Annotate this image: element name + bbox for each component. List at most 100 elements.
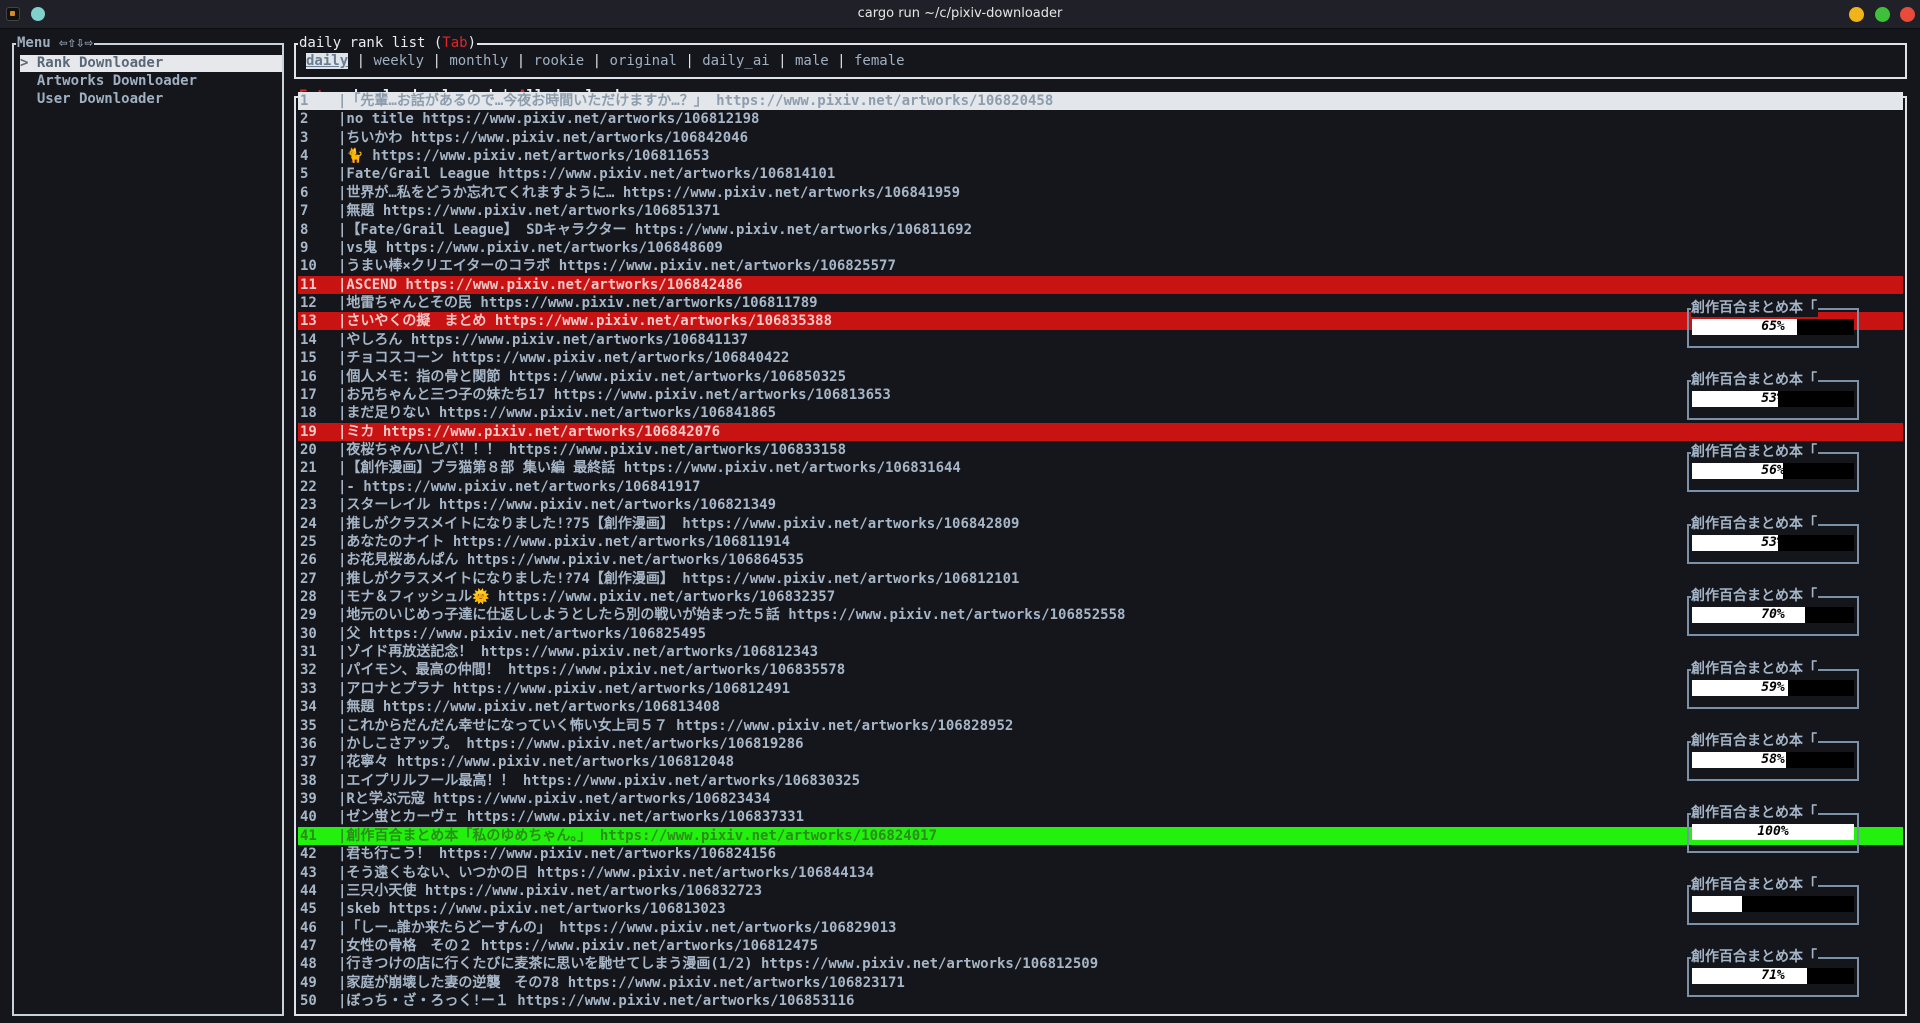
artwork-row[interactable]: 15 |チョコスコーン https://www.pixiv.net/artwork… <box>298 349 1903 367</box>
tab-rookie[interactable]: rookie <box>534 53 585 69</box>
tab-daily-ai[interactable]: daily_ai <box>702 53 769 69</box>
artwork-row[interactable]: 12 |地雷ちゃんとその民 https://www.pixiv.net/artwo… <box>298 294 1903 312</box>
rank-number: 32 <box>300 662 317 679</box>
gauge-title: 創作百合まとめ本「 <box>1691 804 1818 822</box>
artwork-row[interactable]: 42 |君も行こう！ https://www.pixiv.net/artworks… <box>298 845 1903 863</box>
menu-item-artworks-downloader[interactable]: Artworks Downloader <box>20 73 282 90</box>
artwork-row[interactable]: 9 |vs鬼 https://www.pixiv.net/artworks/106… <box>298 239 1903 257</box>
tab-female[interactable]: female <box>854 53 905 69</box>
download-gauge: 創作百合まとめ本「 53% <box>1687 372 1859 421</box>
gauge-title: 創作百合まとめ本「 <box>1691 444 1818 462</box>
artwork-row[interactable]: 14 |やしろん https://www.pixiv.net/artworks/1… <box>298 331 1903 349</box>
download-gauge: 創作百合まとめ本「 70% <box>1687 588 1859 637</box>
artwork-row[interactable]: 50 |ぼっち・ざ・ろっく!ー１ https://www.pixiv.net/ar… <box>298 992 1903 1010</box>
artwork-title-url: |あなたのナイト https://www.pixiv.net/artworks/… <box>338 533 791 550</box>
artwork-title-url: |モナ＆フィッシュル🌞 https://www.pixiv.net/artwor… <box>338 588 836 605</box>
artwork-row[interactable]: 16 |個人メモ：指の骨と関節 https://www.pixiv.net/art… <box>298 368 1903 386</box>
artwork-row[interactable]: 6 |世界が…私をどうか忘れてくれますように… https://www.pixiv… <box>298 184 1903 202</box>
tab-original[interactable]: original <box>610 53 677 69</box>
gauge-percent: 70% <box>1761 607 1785 623</box>
artwork-row[interactable]: 2 |no title https://www.pixiv.net/artwork… <box>298 110 1903 128</box>
artwork-list-panel: Enter download selected | All download 1… <box>294 87 1907 1016</box>
artwork-row[interactable]: 44 |三只小天使 https://www.pixiv.net/artworks/… <box>298 882 1903 900</box>
artwork-row[interactable]: 25 |あなたのナイト https://www.pixiv.net/artwork… <box>298 533 1903 551</box>
gauge-track: 53% <box>1692 535 1854 552</box>
rank-number: 31 <box>300 644 317 661</box>
gauge-percent: 58% <box>1761 751 1785 767</box>
tab-daily[interactable]: daily <box>306 53 349 69</box>
artwork-row[interactable]: 8 |【Fate/Grail League】 SDキャラクター https://w… <box>298 221 1903 239</box>
artwork-row[interactable]: 49 |家庭が崩壊した妻の逆襲 その78 https://www.pixiv.ne… <box>298 974 1903 992</box>
rank-number: 38 <box>300 772 317 789</box>
artwork-title-url: |【Fate/Grail League】 SDキャラクター https://ww… <box>338 221 973 238</box>
tab-separator: | <box>424 53 450 69</box>
artwork-row[interactable]: 3 |ちいかわ https://www.pixiv.net/artworks/10… <box>298 129 1903 147</box>
rank-number: 17 <box>300 386 317 403</box>
artwork-row[interactable]: 13 |さいやくの擬 まとめ https://www.pixiv.net/artw… <box>298 312 1903 331</box>
artwork-row[interactable]: 33 |アロナとプラナ https://www.pixiv.net/artwork… <box>298 680 1903 698</box>
artwork-row[interactable]: 30 |父 https://www.pixiv.net/artworks/1068… <box>298 625 1903 643</box>
artwork-row[interactable]: 29 |地元のいじめっ子達に仕返ししようとしたら別の戦いが始まった５話 https… <box>298 606 1903 624</box>
tab-separator: | <box>676 53 703 69</box>
menu-item-rank-downloader[interactable]: > Rank Downloader <box>20 55 282 72</box>
artwork-row[interactable]: 48 |行きつけの店に行くたびに麦茶に思いを馳せてしまう漫画(1/2) https… <box>298 955 1903 973</box>
artwork-row[interactable]: 18 |まだ足りない https://www.pixiv.net/artworks… <box>298 404 1903 422</box>
artwork-row[interactable]: 32 |パイモン、最高の仲間！ https://www.pixiv.net/art… <box>298 661 1903 679</box>
artwork-row[interactable]: 35 |これからだんだん幸せになっていく怖い女上司５７ https://www.p… <box>298 717 1903 735</box>
download-gauge: 創作百合まとめ本「 31% <box>1687 876 1859 925</box>
tab-male[interactable]: male <box>795 53 829 69</box>
gauge-percent: 71% <box>1761 967 1785 983</box>
rank-number: 45 <box>300 901 317 918</box>
artwork-row[interactable]: 39 |Rと学ぶ元寇 https://www.pixiv.net/artworks… <box>298 790 1903 808</box>
artwork-row[interactable]: 1 |「先輩…お話があるので…今夜お時間いただけますか…？」 https://ww… <box>298 92 1903 110</box>
artwork-row[interactable]: 31 |ゾイド再放送記念！ https://www.pixiv.net/artwo… <box>298 643 1903 661</box>
artwork-row[interactable]: 19 |ミカ https://www.pixiv.net/artworks/106… <box>298 422 1903 441</box>
artwork-row[interactable]: 27 |推しがクラスメイトになりました!?74【創作漫画】 https://www… <box>298 570 1903 588</box>
artwork-title-url: |パイモン、最高の仲間！ https://www.pixiv.net/artwo… <box>338 662 846 679</box>
artwork-row[interactable]: 26 |お花見桜あんぱん https://www.pixiv.net/artwor… <box>298 551 1903 569</box>
artwork-title-url: |三只小天使 https://www.pixiv.net/artworks/10… <box>338 882 763 899</box>
artwork-row[interactable]: 41 |創作百合まとめ本「私のゆめちゃん。」 https://www.pixiv.… <box>298 826 1903 845</box>
artwork-row[interactable]: 43 |そう遠くもない、いつかの日 https://www.pixiv.net/a… <box>298 864 1903 882</box>
tab-weekly[interactable]: weekly <box>373 53 424 69</box>
rank-number: 9 <box>300 239 309 256</box>
artwork-row[interactable]: 47 |女性の骨格 その２ https://www.pixiv.net/artwo… <box>298 937 1903 955</box>
artwork-row[interactable]: 36 |かしこさアップ。 https://www.pixiv.net/artwor… <box>298 735 1903 753</box>
rank-tabs-panel: daily rank list (Tab) daily | weekly | m… <box>294 34 1907 79</box>
artwork-row[interactable]: 37 |花寧々 https://www.pixiv.net/artworks/10… <box>298 753 1903 771</box>
artwork-row[interactable]: 24 |推しがクラスメイトになりました!?75【創作漫画】 https://www… <box>298 515 1903 533</box>
artwork-row[interactable]: 46 |「しー…誰か来たらどーすんの」 https://www.pixiv.net… <box>298 919 1903 937</box>
artwork-row[interactable]: 22 |- https://www.pixiv.net/artworks/1068… <box>298 478 1903 496</box>
rank-number: 8 <box>300 221 309 238</box>
artwork-row[interactable]: 40 |ゼン蛍とカーヴェ https://www.pixiv.net/artwor… <box>298 808 1903 826</box>
artwork-row[interactable]: 17 |お兄ちゃんと三つ子の妹たち17 https://www.pixiv.net… <box>298 386 1903 404</box>
artwork-row[interactable]: 7 |無題 https://www.pixiv.net/artworks/1068… <box>298 202 1903 220</box>
menu-item-user-downloader[interactable]: User Downloader <box>20 91 282 108</box>
artwork-row[interactable]: 5 |Fate/Grail League https://www.pixiv.ne… <box>298 165 1903 183</box>
artwork-row[interactable]: 28 |モナ＆フィッシュル🌞 https://www.pixiv.net/artw… <box>298 588 1903 606</box>
artwork-row[interactable]: 45 |skeb https://www.pixiv.net/artworks/1… <box>298 900 1903 918</box>
artwork-title-url: |Rと学ぶ元寇 https://www.pixiv.net/artworks/1… <box>338 791 771 808</box>
menu-title: Menu ⇦⇧⇩⇨ <box>16 34 94 52</box>
close-button[interactable] <box>1900 7 1915 22</box>
artwork-row[interactable]: 21 |【創作漫画】ブラ猫第８部 集い編 最終話 https://www.pixi… <box>298 459 1903 477</box>
artwork-row[interactable]: 10 |うまい棒×クリエイターのコラボ https://www.pixiv.net… <box>298 257 1903 275</box>
artwork-title-url: |「しー…誰か来たらどーすんの」 https://www.pixiv.net/a… <box>338 919 897 936</box>
gauge-track: 70% <box>1692 607 1854 624</box>
artwork-row[interactable]: 38 |エイプリルフール最高！！ https://www.pixiv.net/ar… <box>298 772 1903 790</box>
artwork-title-url: |スターレイル https://www.pixiv.net/artworks/1… <box>338 497 777 514</box>
rank-number: 15 <box>300 350 317 367</box>
minimize-button[interactable] <box>1849 7 1864 22</box>
maximize-button[interactable] <box>1875 7 1890 22</box>
rank-tabs-title-prefix: daily rank list ( <box>299 35 443 51</box>
tab-monthly[interactable]: monthly <box>449 53 508 69</box>
artwork-row[interactable]: 34 |無題 https://www.pixiv.net/artworks/106… <box>298 698 1903 716</box>
artwork-row[interactable]: 23 |スターレイル https://www.pixiv.net/artworks… <box>298 496 1903 514</box>
artwork-row[interactable]: 20 |夜桜ちゃんハピバ！！！ https://www.pixiv.net/art… <box>298 441 1903 459</box>
artwork-title-url: |個人メモ：指の骨と関節 https://www.pixiv.net/artwo… <box>338 368 847 385</box>
download-gauge: 創作百合まとめ本「 65% <box>1687 300 1859 348</box>
rank-number: 24 <box>300 515 317 532</box>
tab-separator: | <box>348 53 374 69</box>
artwork-row[interactable]: 4 |🐈 https://www.pixiv.net/artworks/10681… <box>298 147 1903 165</box>
artwork-row[interactable]: 11 |ASCEND https://www.pixiv.net/artworks… <box>298 275 1903 294</box>
